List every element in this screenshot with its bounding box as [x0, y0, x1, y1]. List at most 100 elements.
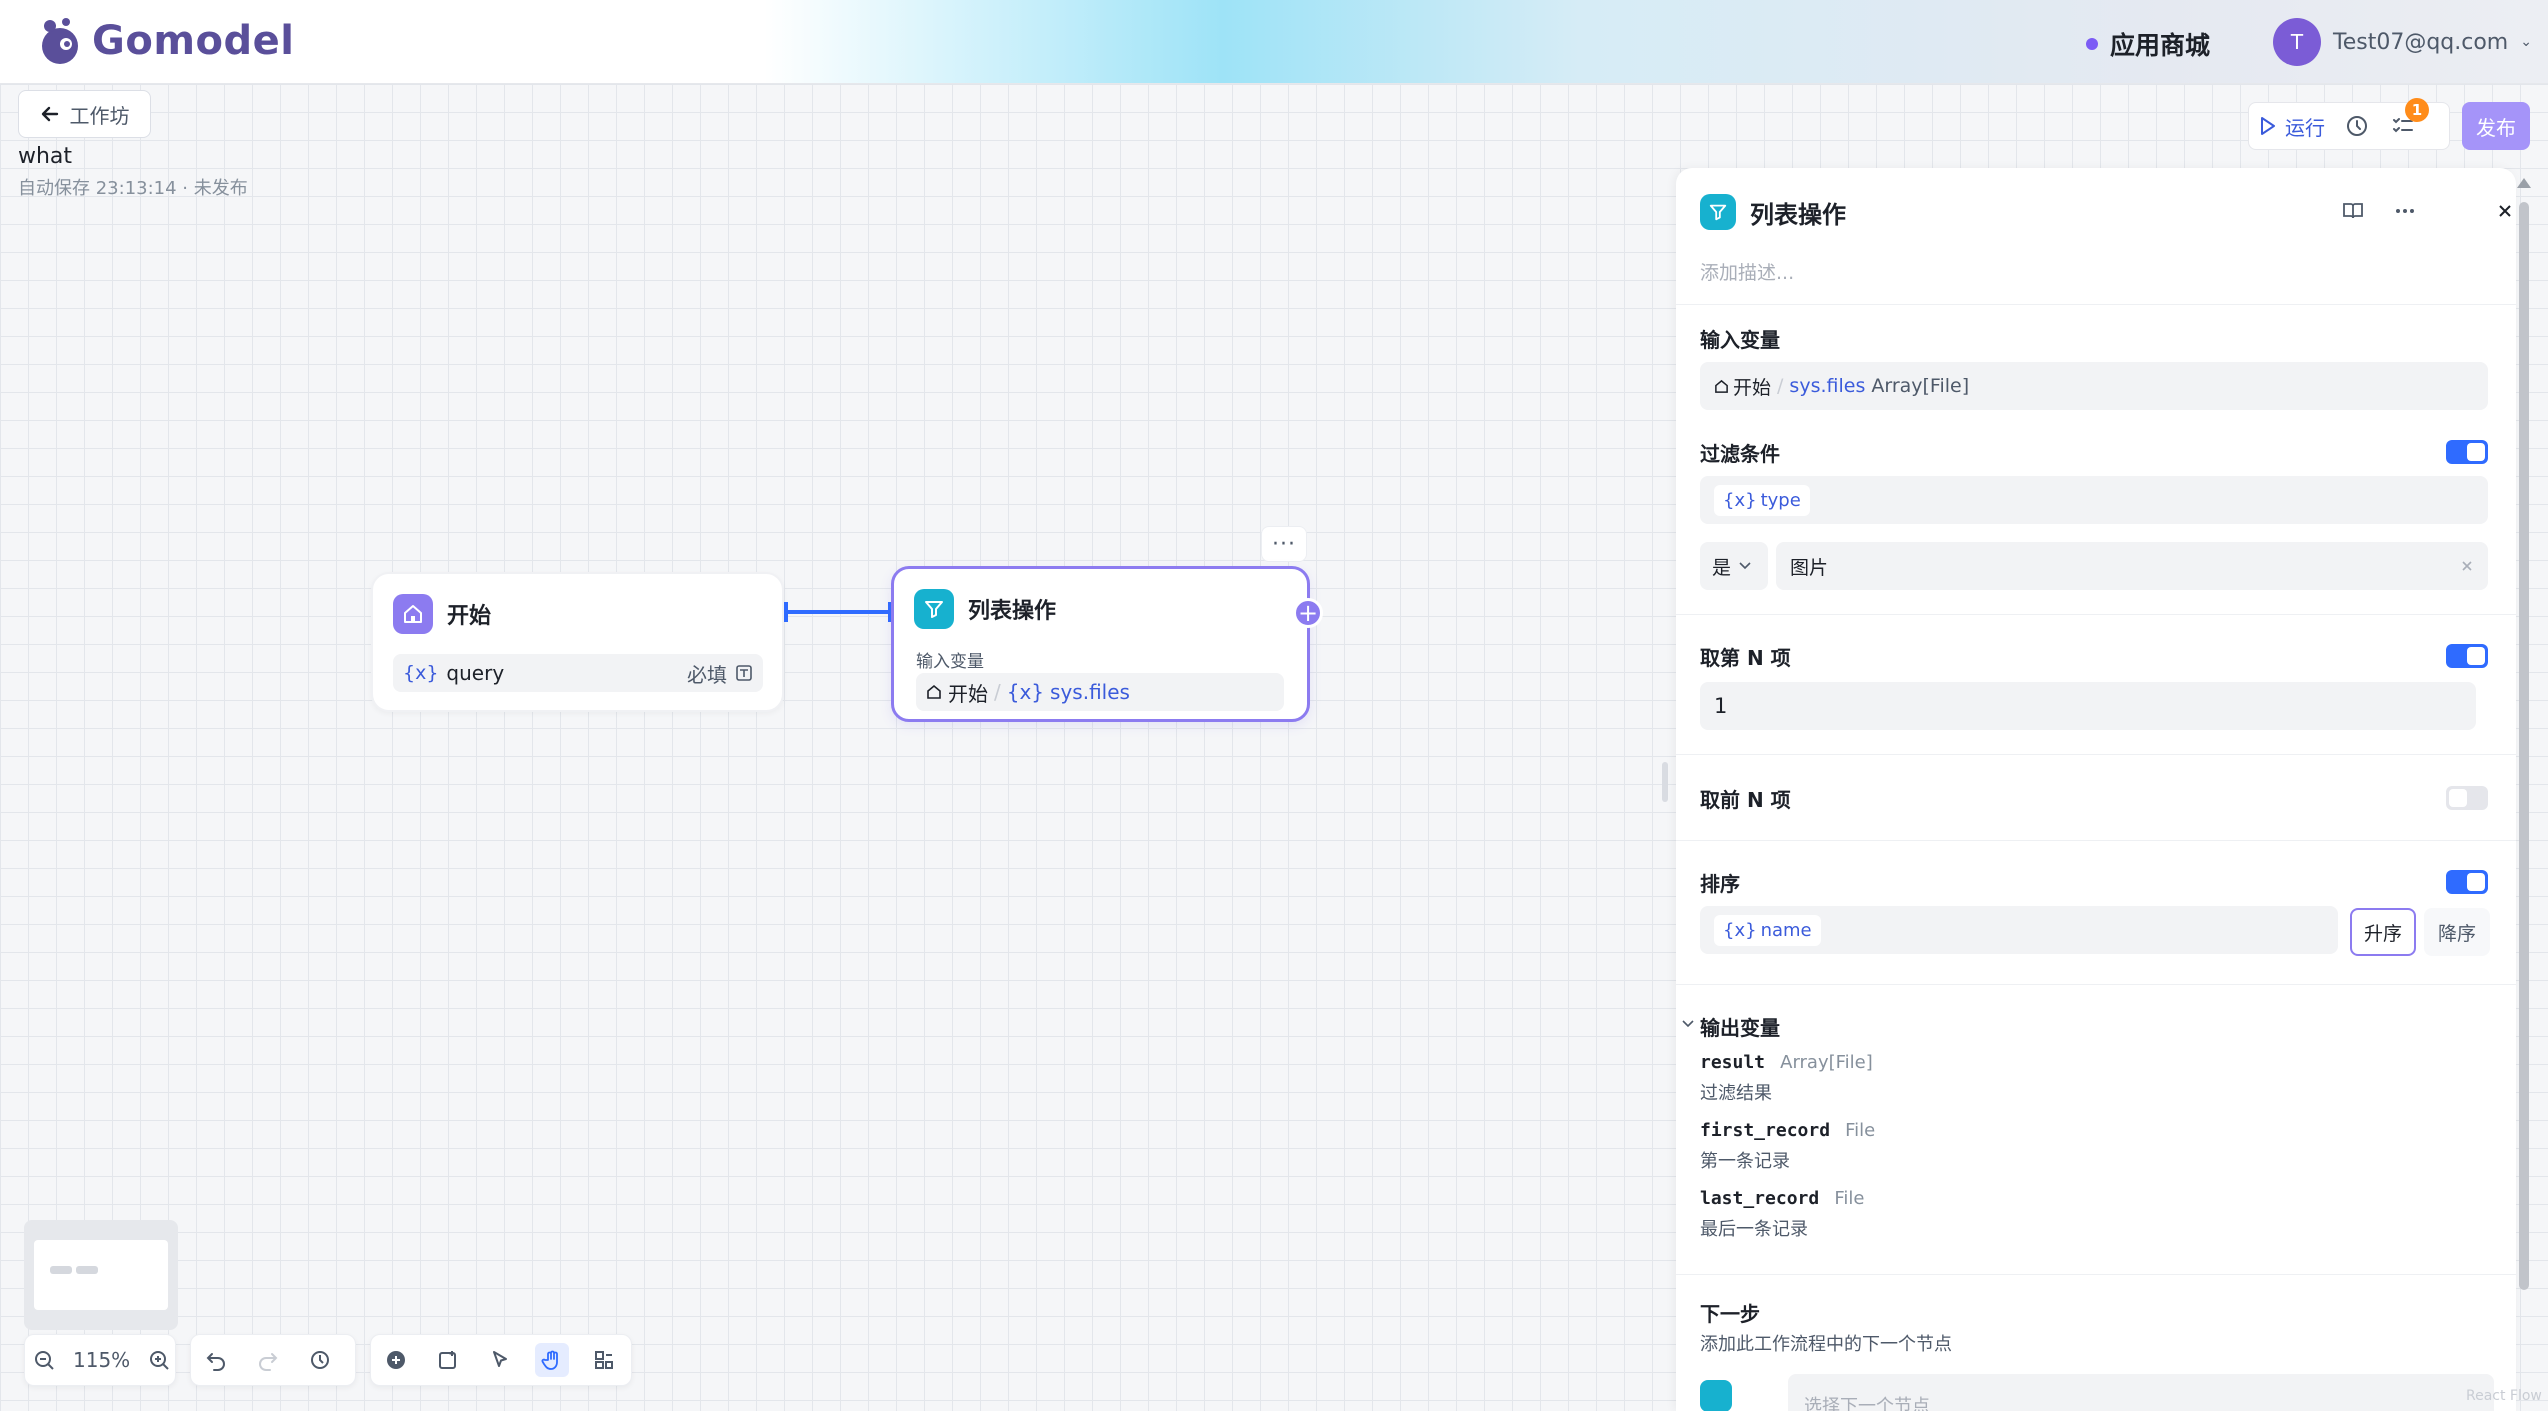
- history-controls: [190, 1334, 356, 1386]
- sort-desc-button[interactable]: 降序: [2424, 908, 2490, 956]
- more-icon[interactable]: [2394, 200, 2416, 222]
- output-var-name: first_record: [1700, 1120, 1831, 1141]
- top-header: Gomodel 应用商城 T Test07@qq.com ⌄: [0, 0, 2548, 84]
- store-dot-icon: [2086, 38, 2098, 50]
- run-history-button[interactable]: [2343, 112, 2371, 140]
- back-label: 工作坊: [69, 103, 130, 128]
- output-vars-label[interactable]: 输出变量: [1700, 1012, 1780, 1041]
- react-flow-attribution[interactable]: React Flow: [2466, 1388, 2542, 1404]
- zoom-in-button[interactable]: [148, 1343, 170, 1377]
- filter-toggle[interactable]: [2446, 440, 2488, 464]
- start-node[interactable]: 开始 {x} query 必填: [371, 572, 784, 712]
- top-action-bar: 运行 1: [2248, 98, 2450, 150]
- variable-icon: {x}: [1723, 489, 1757, 511]
- nth-item-input[interactable]: 1: [1700, 682, 2476, 730]
- list-operation-node[interactable]: 列表操作 输入变量 开始 / {x} sys.files: [891, 566, 1310, 722]
- clear-icon[interactable]: [2460, 559, 2474, 573]
- home-icon: [927, 684, 941, 699]
- minimap[interactable]: [24, 1220, 178, 1330]
- required-label: 必填: [687, 662, 727, 687]
- node-more-button[interactable]: ···: [1261, 526, 1307, 562]
- user-menu[interactable]: T Test07@qq.com ⌄: [2273, 18, 2532, 66]
- book-icon[interactable]: [2342, 200, 2364, 222]
- nth-item-toggle[interactable]: [2446, 644, 2488, 668]
- add-note-button[interactable]: [431, 1343, 465, 1377]
- sort-var-name: name: [1760, 919, 1812, 941]
- input-var-name: sys.files: [1789, 375, 1866, 397]
- arrow-left-icon: [41, 106, 58, 122]
- next-node-selector[interactable]: 选择下一个节点: [1788, 1374, 2494, 1411]
- close-icon[interactable]: [2494, 200, 2516, 222]
- input-var-label: 输入变量: [1700, 328, 1780, 352]
- add-node-button[interactable]: [379, 1343, 413, 1377]
- back-to-workshop-button[interactable]: 工作坊: [18, 90, 151, 138]
- top-n-toggle[interactable]: [2446, 786, 2488, 810]
- workflow-name: what: [18, 144, 73, 169]
- nth-item-value: 1: [1714, 694, 1728, 718]
- input-var-selector[interactable]: 开始 / sys.files Array[File]: [1700, 362, 2488, 410]
- variable-icon: {x}: [403, 662, 439, 684]
- list-node-header: 列表操作: [894, 569, 1307, 629]
- logo[interactable]: Gomodel: [36, 14, 294, 68]
- zoom-out-icon: [35, 1351, 54, 1370]
- minimap-node: [50, 1266, 72, 1274]
- filter-value-input[interactable]: 图片: [1776, 542, 2488, 590]
- minimap-viewport: [34, 1240, 168, 1310]
- avatar: T: [2273, 18, 2321, 66]
- divider: [1676, 840, 2516, 841]
- zoom-level[interactable]: 115%: [73, 1348, 130, 1372]
- canvas-tools: [370, 1334, 632, 1386]
- output-var-desc: 过滤结果: [1700, 1083, 1772, 1104]
- home-icon: [393, 594, 433, 634]
- sort-var-selector[interactable]: {x} name: [1700, 906, 2338, 954]
- redo-button[interactable]: [251, 1343, 285, 1377]
- divider: [1676, 1274, 2516, 1275]
- list-input-var: 开始 / {x} sys.files: [916, 673, 1284, 711]
- chevron-down-icon[interactable]: [1682, 1020, 1694, 1028]
- panel-scrollbar[interactable]: [2516, 178, 2531, 1411]
- filter-operator-select[interactable]: 是: [1700, 542, 1768, 590]
- zoom-out-button[interactable]: [33, 1343, 55, 1377]
- divider: [1676, 304, 2516, 305]
- sort-asc-button[interactable]: 升序: [2350, 908, 2416, 956]
- input-var-source: 开始: [1733, 376, 1772, 399]
- scroll-up-arrow-icon[interactable]: [2517, 178, 2531, 188]
- panel-header: 列表操作: [1700, 194, 1846, 230]
- sort-toggle[interactable]: [2446, 870, 2488, 894]
- undo-button[interactable]: [199, 1343, 233, 1377]
- input-var-type: Array[File]: [1871, 375, 1970, 397]
- checklist-button[interactable]: 1: [2389, 98, 2429, 140]
- scroll-thumb[interactable]: [2519, 202, 2529, 1290]
- pointer-mode-button[interactable]: [483, 1343, 517, 1377]
- app-store-link[interactable]: 应用商城: [2086, 26, 2210, 62]
- play-icon: [2261, 117, 2275, 135]
- organize-layout-button[interactable]: [587, 1343, 621, 1377]
- filter-var-selector[interactable]: {x} type: [1700, 476, 2488, 524]
- filter-icon: [914, 589, 954, 629]
- hand-icon: [541, 1350, 558, 1370]
- description-input[interactable]: 添加描述...: [1700, 258, 1794, 285]
- plus-circle-icon: [387, 1351, 405, 1369]
- edge-start-to-list[interactable]: [784, 610, 894, 614]
- sort-var-chip: {x} name: [1714, 914, 1821, 946]
- output-var-result: result Array[File] 过滤结果: [1700, 1052, 1873, 1105]
- panel-title[interactable]: 列表操作: [1750, 195, 1846, 230]
- version-history-button[interactable]: [303, 1343, 337, 1377]
- run-button[interactable]: 运行: [2259, 112, 2325, 141]
- panel-resize-handle[interactable]: [1662, 762, 1668, 802]
- chevron-down-icon: [1739, 562, 1751, 570]
- output-var-type: File: [1834, 1188, 1865, 1209]
- filter-label: 过滤条件: [1700, 442, 1780, 466]
- workflow-status: 自动保存 23:13:14 · 未发布: [18, 178, 248, 199]
- output-var-last-record: last_record File 最后一条记录: [1700, 1188, 1864, 1241]
- chevron-down-icon: ⌄: [2520, 34, 2532, 50]
- notice-badge: 1: [2405, 98, 2429, 122]
- home-icon: [1715, 379, 1728, 393]
- filter-var-name: type: [1760, 489, 1801, 511]
- add-next-node-button[interactable]: +: [1293, 598, 1323, 628]
- hand-mode-button[interactable]: [535, 1343, 569, 1377]
- path-separator: /: [1777, 375, 1784, 397]
- output-var-desc: 最后一条记录: [1700, 1219, 1808, 1240]
- publish-button[interactable]: 发布: [2462, 102, 2530, 150]
- output-var-first-record: first_record File 第一条记录: [1700, 1120, 1875, 1173]
